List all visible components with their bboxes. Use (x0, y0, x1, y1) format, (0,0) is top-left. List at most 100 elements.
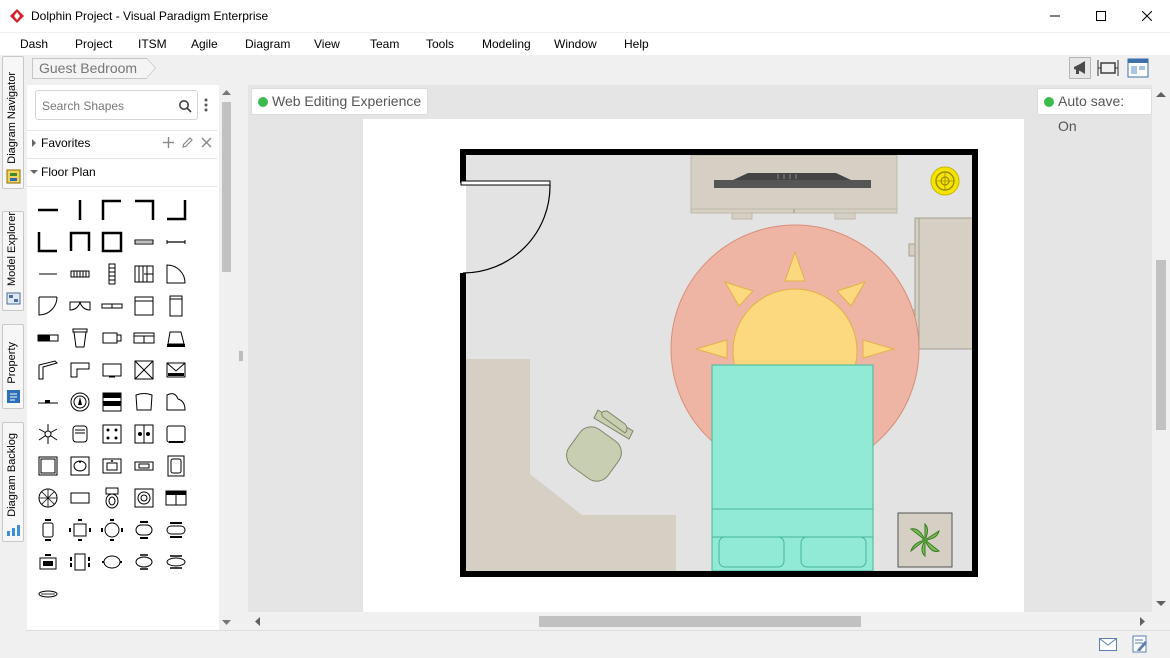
tab-property[interactable]: Property (2, 324, 24, 409)
sofa-shape[interactable] (163, 485, 189, 511)
sink-shape[interactable] (35, 453, 61, 479)
bar-sink-shape[interactable] (131, 453, 157, 479)
oval-table-8-shape[interactable] (131, 549, 157, 575)
pipe-shape[interactable] (35, 389, 61, 415)
piano-shape[interactable] (163, 325, 189, 351)
window-thin-shape[interactable] (163, 229, 189, 255)
armchair-top-shape[interactable] (131, 389, 157, 415)
maximize-button[interactable] (1078, 0, 1124, 32)
door-shape[interactable] (163, 261, 189, 287)
menu-window[interactable]: Window (554, 37, 597, 51)
bench-shape[interactable] (131, 325, 157, 351)
fit-to-window-icon[interactable] (1097, 57, 1119, 79)
wardrobe-shape[interactable] (163, 293, 189, 319)
diagram-canvas[interactable]: Web Editing Experience Auto save: On (248, 85, 1152, 612)
wall-corner-shape[interactable] (131, 197, 157, 223)
autosave-badge[interactable]: Auto save: On (1037, 88, 1152, 134)
panel-splitter[interactable] (234, 85, 248, 630)
window-shape[interactable] (131, 229, 157, 255)
stairs-shape[interactable] (131, 261, 157, 287)
section-favorites[interactable]: Favorites (27, 131, 217, 155)
shapes-panel-scroll-thumb[interactable] (222, 102, 231, 272)
menu-tools[interactable]: Tools (426, 37, 454, 51)
double-sink-shape[interactable] (99, 453, 125, 479)
table-2-chairs-shape[interactable] (35, 517, 61, 543)
lamp-shape[interactable] (67, 325, 93, 351)
crate-shape[interactable] (131, 357, 157, 383)
table-6-shape[interactable] (67, 549, 93, 575)
oval-table-6-shape[interactable] (99, 549, 125, 575)
web-editing-badge[interactable]: Web Editing Experience (251, 88, 429, 115)
search-icon[interactable] (178, 99, 192, 113)
scroll-down-icon[interactable] (222, 619, 231, 626)
scroll-up-icon[interactable] (222, 89, 231, 96)
bathtub-shape[interactable] (163, 453, 189, 479)
radiator-vertical-shape[interactable] (99, 261, 125, 287)
notes-icon[interactable] (1132, 635, 1148, 653)
canvas-horizontal-scrollbar[interactable] (248, 612, 1152, 630)
diagram-layout-icon[interactable] (1127, 57, 1149, 79)
double-door-shape[interactable] (67, 293, 93, 319)
desk-shape[interactable] (35, 549, 61, 575)
mail-icon[interactable] (1099, 638, 1117, 651)
washer-shape[interactable] (131, 485, 157, 511)
envelope-bed-shape[interactable] (163, 357, 189, 383)
menu-view[interactable]: View (314, 37, 340, 51)
tab-model-explorer[interactable]: Model Explorer (2, 211, 24, 311)
cooktop-shape[interactable] (131, 421, 157, 447)
remove-icon[interactable] (200, 136, 213, 149)
oval-table-shape[interactable] (131, 517, 157, 543)
conference-table-shape[interactable] (163, 549, 189, 575)
more-options-icon[interactable] (204, 97, 208, 113)
wall-corner-shape[interactable] (99, 197, 125, 223)
bed[interactable] (711, 364, 874, 572)
scroll-down-icon[interactable] (1156, 600, 1166, 607)
menu-help[interactable]: Help (624, 37, 649, 51)
shapes-panel-scrollbar[interactable] (219, 85, 234, 630)
round-table-shape[interactable] (35, 485, 61, 511)
monitor-shape[interactable] (99, 357, 125, 383)
wall-corner-shape[interactable] (35, 229, 61, 255)
round-table-4-shape[interactable] (99, 517, 125, 543)
add-icon[interactable] (162, 136, 175, 149)
tv-screen-shape[interactable] (163, 421, 189, 447)
tab-diagram-navigator[interactable]: Diagram Navigator (2, 56, 24, 189)
canvas-horizontal-scroll-thumb[interactable] (539, 616, 861, 627)
plant-shape[interactable] (35, 421, 61, 447)
menu-agile[interactable]: Agile (191, 37, 218, 51)
canvas-vertical-scroll-thumb[interactable] (1156, 260, 1166, 430)
menu-dash[interactable]: Dash (20, 37, 48, 51)
tv-shape[interactable] (99, 325, 125, 351)
oval-rug-shape[interactable] (35, 581, 61, 607)
door-double-shape[interactable] (35, 293, 61, 319)
scroll-up-icon[interactable] (1156, 91, 1166, 98)
fan-shape[interactable] (67, 389, 93, 415)
wall-vertical-shape[interactable] (67, 197, 93, 223)
announcement-icon[interactable] (1069, 57, 1091, 79)
close-button[interactable] (1124, 0, 1170, 32)
chair-shape[interactable] (67, 421, 93, 447)
search-shapes-input[interactable] (42, 97, 172, 115)
canvas-vertical-scrollbar[interactable] (1152, 85, 1170, 612)
wall-u-shape[interactable] (67, 229, 93, 255)
scroll-left-icon[interactable] (254, 617, 261, 626)
toilet-shape[interactable] (99, 485, 125, 511)
basin-shape[interactable] (67, 453, 93, 479)
menu-modeling[interactable]: Modeling (482, 37, 531, 51)
long-table-shape[interactable] (163, 517, 189, 543)
breadcrumb[interactable]: Guest Bedroom (32, 58, 157, 79)
menu-team[interactable]: Team (370, 37, 399, 51)
stove-shape[interactable] (99, 421, 125, 447)
side-cabinet[interactable] (908, 217, 974, 350)
scroll-right-icon[interactable] (1139, 617, 1146, 626)
menu-diagram[interactable]: Diagram (245, 37, 290, 51)
dresser-shape[interactable] (99, 389, 125, 415)
l-shelf-shape[interactable] (67, 357, 93, 383)
ceiling-light[interactable] (930, 166, 960, 196)
section-floor-plan[interactable]: Floor Plan (27, 160, 217, 184)
menu-itsm[interactable]: ITSM (138, 37, 167, 51)
room-shape[interactable] (99, 229, 125, 255)
potted-plant[interactable] (897, 512, 953, 568)
opening-shape[interactable] (35, 261, 61, 287)
minimize-button[interactable] (1032, 0, 1078, 32)
